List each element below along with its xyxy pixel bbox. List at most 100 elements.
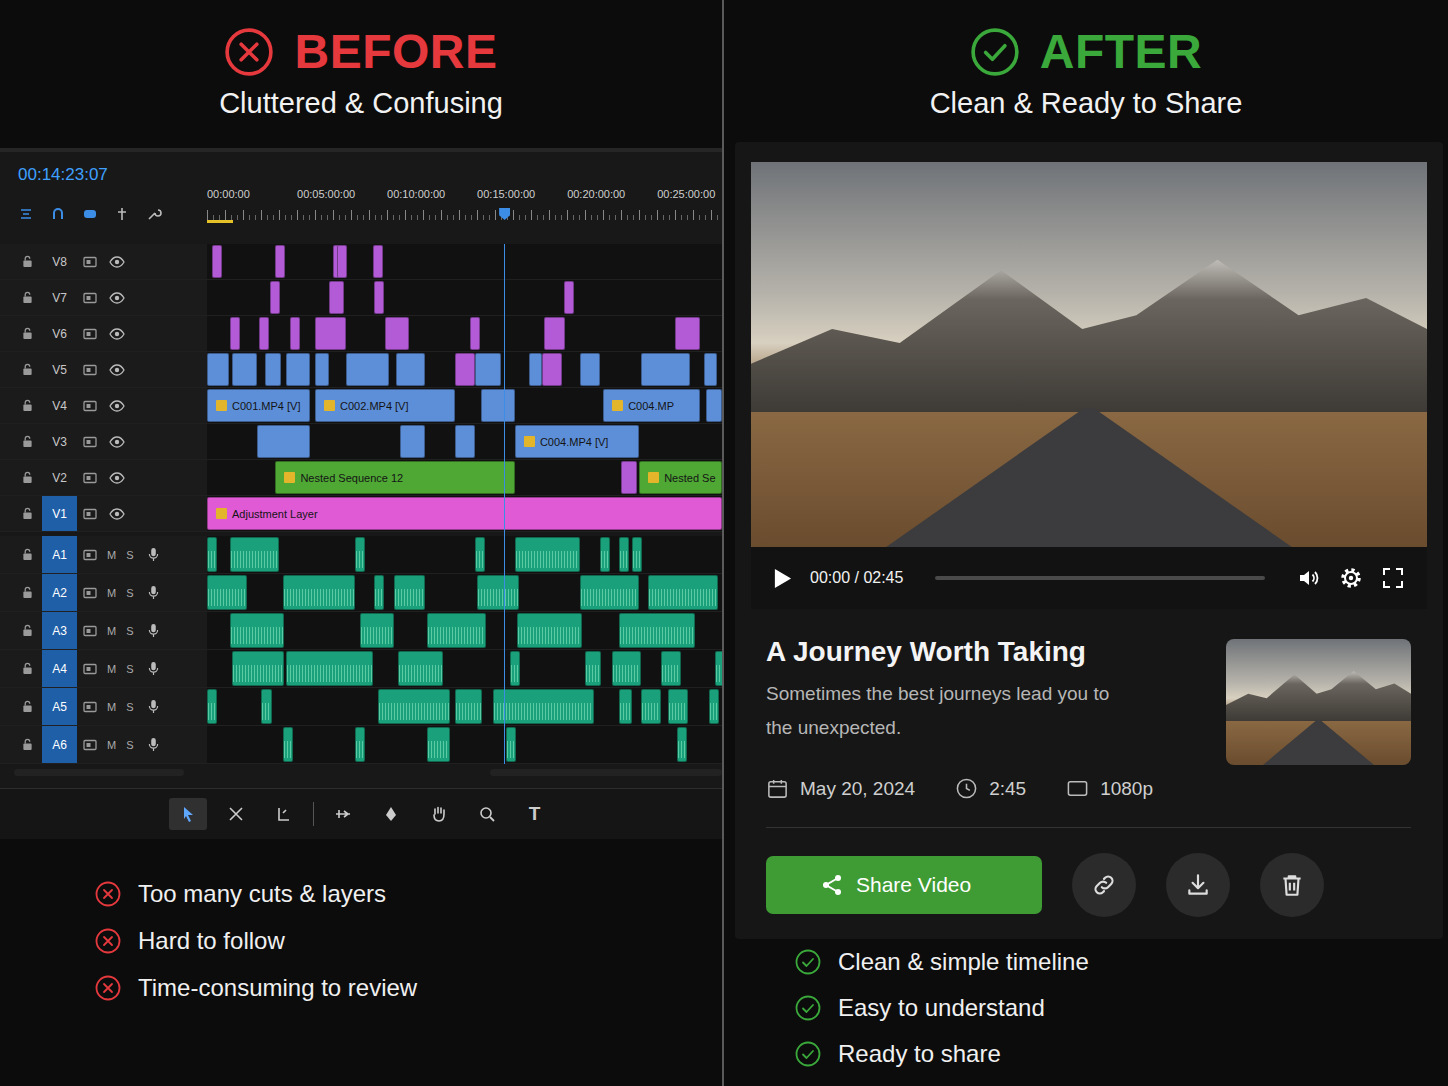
clip[interactable]: [709, 689, 719, 724]
clip[interactable]: [470, 317, 480, 350]
clip[interactable]: [207, 537, 217, 572]
track-target[interactable]: V1: [42, 496, 77, 531]
clip[interactable]: [704, 353, 717, 386]
download-button[interactable]: [1166, 853, 1230, 917]
tool-button[interactable]: [372, 798, 410, 830]
volume-icon[interactable]: [1297, 566, 1321, 590]
lock-icon[interactable]: [22, 363, 33, 376]
eye-icon[interactable]: [109, 400, 125, 412]
share-button[interactable]: Share Video: [766, 856, 1042, 914]
nest-icon[interactable]: [18, 206, 34, 222]
gear-icon[interactable]: [1339, 566, 1363, 590]
track-target[interactable]: V8: [42, 244, 77, 279]
clip[interactable]: [706, 389, 722, 422]
tool-button[interactable]: [468, 798, 506, 830]
clip[interactable]: [427, 613, 486, 648]
play-icon[interactable]: [773, 568, 792, 589]
clip[interactable]: [360, 613, 394, 648]
track-toggle[interactable]: M: [107, 625, 116, 637]
microphone-icon[interactable]: [148, 661, 159, 676]
video-frame[interactable]: [751, 162, 1427, 547]
lock-icon[interactable]: [22, 507, 33, 520]
snap-icon[interactable]: [50, 206, 66, 222]
clip[interactable]: [290, 317, 300, 350]
clip[interactable]: [475, 353, 500, 386]
video-thumbnail[interactable]: [1226, 639, 1411, 765]
track-target[interactable]: A1: [42, 536, 77, 573]
track-target[interactable]: V5: [42, 352, 77, 387]
clip[interactable]: [315, 317, 346, 350]
clip[interactable]: [455, 425, 475, 458]
clip[interactable]: [207, 353, 229, 386]
track-toggle[interactable]: S: [126, 549, 133, 561]
clip[interactable]: [632, 537, 642, 572]
track-toggle[interactable]: M: [107, 663, 116, 675]
lock-icon[interactable]: [22, 586, 33, 599]
clip[interactable]: [230, 317, 240, 350]
tool-button[interactable]: T: [516, 798, 554, 830]
clip[interactable]: C004.MP4 [V]: [515, 425, 639, 458]
clip[interactable]: [259, 317, 269, 350]
clip[interactable]: [475, 537, 485, 572]
track-toggle[interactable]: M: [107, 549, 116, 561]
clip[interactable]: [580, 575, 639, 610]
clip[interactable]: [427, 727, 450, 762]
tool-button[interactable]: [169, 798, 207, 830]
track-target[interactable]: V3: [42, 424, 77, 459]
tool-button[interactable]: [217, 798, 255, 830]
clip[interactable]: [612, 651, 641, 686]
track-toggle[interactable]: S: [126, 701, 133, 713]
sync-lock-icon[interactable]: [83, 400, 97, 412]
lock-icon[interactable]: [22, 255, 33, 268]
clip[interactable]: [270, 281, 280, 314]
lock-icon[interactable]: [22, 327, 33, 340]
clip[interactable]: [715, 651, 722, 686]
track-target[interactable]: V7: [42, 280, 77, 315]
clip[interactable]: [207, 575, 247, 610]
sync-lock-icon[interactable]: [83, 739, 97, 751]
microphone-icon[interactable]: [148, 623, 159, 638]
clip[interactable]: [517, 613, 582, 648]
clip[interactable]: [346, 353, 389, 386]
time-ruler[interactable]: 00:00:0000:05:00:0000:10:00:0000:15:00:0…: [207, 152, 722, 244]
clip[interactable]: C002.MP4 [V]: [315, 389, 455, 422]
sync-lock-icon[interactable]: [83, 587, 97, 599]
lock-icon[interactable]: [22, 471, 33, 484]
clip[interactable]: [477, 575, 518, 610]
microphone-icon[interactable]: [148, 547, 159, 562]
clip[interactable]: [394, 575, 425, 610]
wrench-icon[interactable]: [146, 206, 162, 222]
clip[interactable]: [506, 727, 516, 762]
track-toggle[interactable]: M: [107, 701, 116, 713]
scrollbar[interactable]: [490, 769, 722, 776]
track-toggle[interactable]: S: [126, 625, 133, 637]
clip[interactable]: [337, 245, 347, 278]
clip[interactable]: [212, 245, 222, 278]
lock-icon[interactable]: [22, 291, 33, 304]
lock-icon[interactable]: [22, 700, 33, 713]
clip[interactable]: [283, 575, 355, 610]
lock-icon[interactable]: [22, 662, 33, 675]
clip[interactable]: Nested Sequence 12: [275, 461, 514, 494]
playhead-line[interactable]: [504, 244, 505, 764]
clip[interactable]: [529, 353, 542, 386]
clip[interactable]: [373, 245, 383, 278]
clip[interactable]: [396, 353, 425, 386]
sync-lock-icon[interactable]: [83, 436, 97, 448]
clip[interactable]: [385, 317, 408, 350]
clip[interactable]: [619, 537, 629, 572]
eye-icon[interactable]: [109, 436, 125, 448]
clip[interactable]: [621, 461, 637, 494]
clip[interactable]: [641, 353, 690, 386]
clip[interactable]: [374, 281, 384, 314]
clip[interactable]: [580, 353, 600, 386]
sync-lock-icon[interactable]: [83, 328, 97, 340]
track-target[interactable]: A5: [42, 688, 77, 725]
clip[interactable]: [207, 689, 217, 724]
eye-icon[interactable]: [109, 292, 125, 304]
marker-icon[interactable]: [114, 206, 130, 222]
track-target[interactable]: A2: [42, 574, 77, 611]
sync-lock-icon[interactable]: [83, 625, 97, 637]
clip[interactable]: [585, 651, 601, 686]
clip[interactable]: [398, 651, 443, 686]
